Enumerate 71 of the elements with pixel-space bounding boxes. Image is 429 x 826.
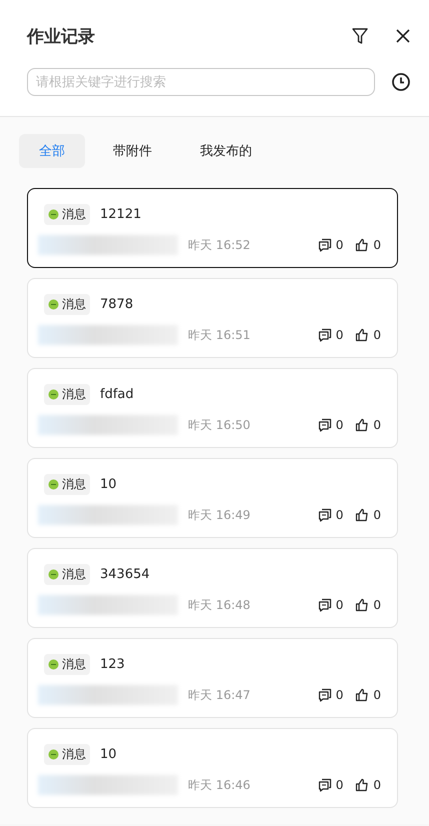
thumbs-up-icon[interactable] xyxy=(355,508,370,522)
comment-icon[interactable] xyxy=(318,688,332,702)
tag-label: 消息 xyxy=(62,566,86,583)
comment-icon[interactable] xyxy=(318,598,332,612)
thumbs-up-icon[interactable] xyxy=(355,598,370,612)
like-count: 0 xyxy=(373,778,381,792)
record-title: 10 xyxy=(100,477,117,492)
record-time: 昨天 16:50 xyxy=(188,416,250,434)
record-title: 12121 xyxy=(100,207,142,222)
record-card[interactable]: 消息 7878 昨天 16:51 0 0 xyxy=(27,278,398,358)
search-field[interactable]: 请根据关键字进行搜索 xyxy=(27,68,375,96)
comment-icon[interactable] xyxy=(318,418,332,432)
tag-label: 消息 xyxy=(62,746,86,763)
tag-label: 消息 xyxy=(62,206,86,223)
comment-count: 0 xyxy=(336,598,344,612)
like-count: 0 xyxy=(373,598,381,612)
record-card[interactable]: 消息 fdfad 昨天 16:50 0 0 xyxy=(27,368,398,448)
tag-label: 消息 xyxy=(62,296,86,313)
record-time: 昨天 16:48 xyxy=(188,596,250,614)
chat-bubble-icon xyxy=(48,749,59,760)
thumbs-up-icon[interactable] xyxy=(355,688,370,702)
comment-count: 0 xyxy=(336,418,344,432)
panel-title: 作业记录 xyxy=(27,26,95,48)
thumbs-up-icon[interactable] xyxy=(355,418,370,432)
tag-label: 消息 xyxy=(62,656,86,673)
close-icon[interactable] xyxy=(395,28,411,44)
like-count: 0 xyxy=(373,238,381,252)
chat-bubble-icon xyxy=(48,569,59,580)
tag-label: 消息 xyxy=(62,386,86,403)
record-time: 昨天 16:47 xyxy=(188,686,250,704)
chat-bubble-icon xyxy=(48,659,59,670)
comment-count: 0 xyxy=(336,508,344,522)
record-time: 昨天 16:49 xyxy=(188,506,250,524)
thumbs-up-icon[interactable] xyxy=(355,328,370,342)
tag-label: 消息 xyxy=(62,476,86,493)
comment-icon[interactable] xyxy=(318,238,332,252)
record-card[interactable]: 消息 12121 昨天 16:52 0 0 xyxy=(27,188,398,268)
filter-tab[interactable]: 全部 xyxy=(19,134,85,168)
record-card[interactable]: 消息 123 昨天 16:47 0 0 xyxy=(27,638,398,718)
comment-count: 0 xyxy=(336,778,344,792)
record-title: 343654 xyxy=(100,567,150,582)
comment-icon[interactable] xyxy=(318,328,332,342)
comment-count: 0 xyxy=(336,238,344,252)
record-time: 昨天 16:46 xyxy=(188,776,250,794)
comment-count: 0 xyxy=(336,328,344,342)
filter-icon[interactable] xyxy=(351,27,369,45)
record-title: fdfad xyxy=(100,387,134,402)
comment-icon[interactable] xyxy=(318,508,332,522)
record-card[interactable]: 消息 10 昨天 16:46 0 0 xyxy=(27,728,398,808)
comment-count: 0 xyxy=(336,688,344,702)
like-count: 0 xyxy=(373,688,381,702)
record-time: 昨天 16:52 xyxy=(188,236,250,254)
record-title: 7878 xyxy=(100,297,134,312)
record-card[interactable]: 消息 10 昨天 16:49 0 0 xyxy=(27,458,398,538)
filter-tab[interactable]: 我发布的 xyxy=(180,134,272,168)
chat-bubble-icon xyxy=(48,209,59,220)
clock-icon[interactable] xyxy=(391,72,411,92)
record-card[interactable]: 消息 343654 昨天 16:48 0 0 xyxy=(27,548,398,628)
chat-bubble-icon xyxy=(48,389,59,400)
chat-bubble-icon xyxy=(48,299,59,310)
record-title: 123 xyxy=(100,657,125,672)
record-time: 昨天 16:51 xyxy=(188,326,250,344)
like-count: 0 xyxy=(373,508,381,522)
thumbs-up-icon[interactable] xyxy=(355,778,370,792)
like-count: 0 xyxy=(373,418,381,432)
record-title: 10 xyxy=(100,747,117,762)
thumbs-up-icon[interactable] xyxy=(355,238,370,252)
filter-tab[interactable]: 带附件 xyxy=(93,134,172,168)
like-count: 0 xyxy=(373,328,381,342)
comment-icon[interactable] xyxy=(318,778,332,792)
chat-bubble-icon xyxy=(48,479,59,490)
